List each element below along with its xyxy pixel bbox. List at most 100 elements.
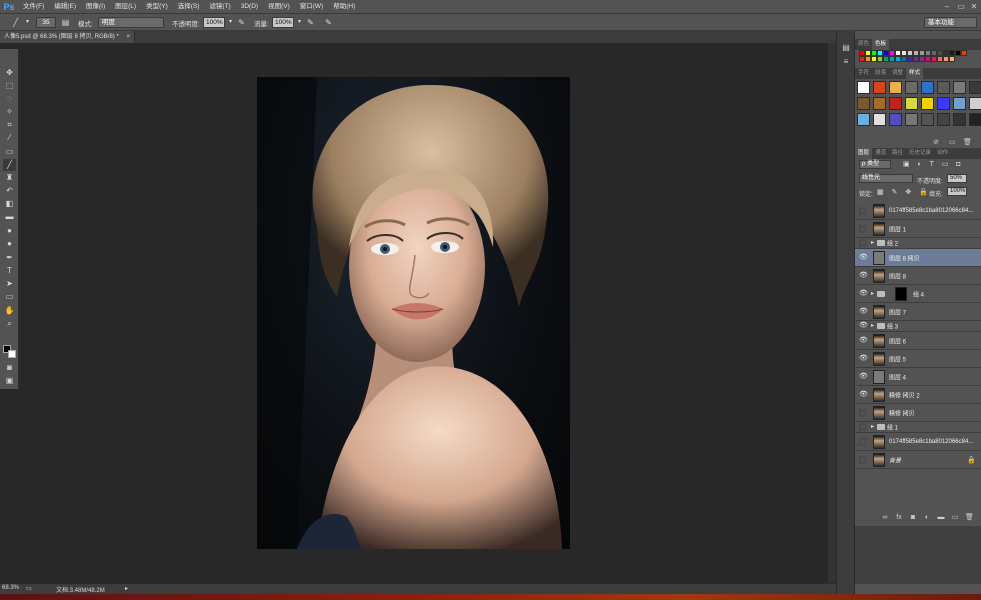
- pressure-opacity-icon[interactable]: ✎: [236, 17, 247, 28]
- style-preset[interactable]: [873, 97, 886, 110]
- document-tab[interactable]: 人像5.psd @ 68.3% (图层 8 拷贝, RGB/8) * ×: [0, 31, 135, 43]
- style-preset[interactable]: [857, 113, 870, 126]
- fill-field[interactable]: 100%: [947, 187, 967, 196]
- menu-filter[interactable]: 滤镜(T): [204, 0, 235, 14]
- layer-row[interactable]: 0174ff585e8c1ba8012066c84...: [855, 202, 981, 220]
- brush-tool-icon[interactable]: ╱: [3, 159, 16, 171]
- visibility-eye-icon[interactable]: 👁: [859, 308, 868, 316]
- delete-style-icon[interactable]: ⊘: [933, 138, 939, 146]
- style-preset[interactable]: [937, 113, 950, 126]
- layer-row[interactable]: 背景 🔒: [855, 451, 981, 469]
- menu-layer[interactable]: 图层(L): [110, 0, 141, 14]
- style-preset[interactable]: [873, 81, 886, 94]
- history-brush-tool-icon[interactable]: ↶: [3, 185, 16, 197]
- layer-style-icon[interactable]: fx: [895, 514, 903, 522]
- menu-help[interactable]: 帮助(H): [328, 0, 360, 14]
- style-preset[interactable]: [937, 97, 950, 110]
- tab-actions[interactable]: 动作: [934, 148, 951, 159]
- expand-caret-icon[interactable]: ▸: [871, 290, 874, 297]
- minimize-icon[interactable]: –: [941, 1, 953, 12]
- blur-tool-icon[interactable]: ●: [3, 225, 16, 237]
- tab-paths[interactable]: 路径: [889, 148, 906, 159]
- lock-icons[interactable]: ▦ ✎ ✥ 🔒: [877, 188, 931, 196]
- status-menu-icon[interactable]: ▸: [125, 585, 128, 592]
- style-preset[interactable]: [889, 81, 902, 94]
- visibility-eye-icon[interactable]: 👁: [859, 391, 868, 399]
- menu-3d[interactable]: 3D(D): [236, 0, 263, 14]
- style-preset[interactable]: [889, 113, 902, 126]
- visibility-eye-icon[interactable]: [859, 239, 866, 247]
- visibility-eye-icon[interactable]: 👁: [859, 290, 868, 298]
- layer-row[interactable]: 👁 图层 8: [855, 267, 981, 285]
- style-preset[interactable]: [921, 81, 934, 94]
- crop-tool-icon[interactable]: ⌗: [3, 119, 16, 131]
- tab-styles[interactable]: 样式: [906, 68, 924, 79]
- visibility-eye-icon[interactable]: 👁: [859, 373, 868, 381]
- tab-channels[interactable]: 通道: [872, 148, 889, 159]
- menu-edit[interactable]: 编辑(E): [49, 0, 81, 14]
- tab-swatches[interactable]: 色板: [872, 39, 890, 50]
- style-preset[interactable]: [905, 81, 918, 94]
- healing-brush-tool-icon[interactable]: ▭: [3, 146, 16, 158]
- brush-panel-icon[interactable]: ▤: [60, 17, 71, 28]
- layer-row[interactable]: 👁 图层 7: [855, 303, 981, 321]
- mode-select[interactable]: 明度: [98, 17, 164, 28]
- zoom-level[interactable]: 68.3%: [2, 585, 19, 591]
- tab-paragraph[interactable]: 段落: [872, 68, 889, 79]
- visibility-eye-icon[interactable]: 👁: [859, 254, 868, 262]
- clone-stamp-tool-icon[interactable]: ♜: [3, 172, 16, 184]
- type-tool-icon[interactable]: T: [3, 265, 16, 277]
- eyedropper-tool-icon[interactable]: ⁄: [3, 132, 16, 144]
- layer-row[interactable]: 👁 图层 5: [855, 350, 981, 368]
- flow-field[interactable]: 100%: [272, 17, 294, 28]
- layer-group-row[interactable]: 👁 ▸ 组 4: [855, 285, 981, 303]
- tab-character[interactable]: 字符: [855, 68, 872, 79]
- style-preset[interactable]: [953, 81, 966, 94]
- layer-group-row[interactable]: ▸ 组 1: [855, 422, 981, 433]
- canvas-scrollbar[interactable]: [828, 43, 836, 583]
- tab-layers[interactable]: 图层: [855, 148, 873, 159]
- swatch-grid[interactable]: [859, 50, 967, 62]
- style-preset[interactable]: [905, 97, 918, 110]
- brush-tool-icon[interactable]: ╱: [10, 17, 21, 28]
- style-preset[interactable]: [969, 113, 981, 126]
- eraser-tool-icon[interactable]: ◧: [3, 198, 16, 210]
- lasso-tool-icon[interactable]: ◌: [3, 93, 16, 105]
- menu-select[interactable]: 选择(S): [173, 0, 205, 14]
- visibility-eye-icon[interactable]: 👁: [859, 355, 868, 363]
- layer-row[interactable]: 👁 图层 8 拷贝: [855, 249, 981, 267]
- close-icon[interactable]: ✕: [968, 1, 980, 12]
- style-preset[interactable]: [953, 97, 966, 110]
- visibility-eye-icon[interactable]: 👁: [859, 272, 868, 280]
- visibility-eye-icon[interactable]: [859, 456, 866, 463]
- tab-color[interactable]: 颜色: [855, 39, 872, 50]
- swatch[interactable]: [949, 56, 955, 62]
- history-panel-icon[interactable]: ▤: [841, 43, 851, 53]
- delete-layer-icon[interactable]: 🗑: [965, 514, 974, 522]
- hand-tool-icon[interactable]: ✋: [3, 305, 16, 317]
- canvas-area[interactable]: [20, 43, 836, 583]
- new-style-icon[interactable]: ▭: [949, 138, 956, 146]
- quick-select-tool-icon[interactable]: ✧: [3, 106, 16, 118]
- trash-icon[interactable]: 🗑: [963, 138, 972, 146]
- visibility-eye-icon[interactable]: [859, 409, 866, 416]
- opacity-field[interactable]: 100%: [203, 17, 225, 28]
- style-preset[interactable]: [969, 81, 981, 94]
- layer-row[interactable]: 👁 图层 4: [855, 368, 981, 386]
- new-group-icon[interactable]: ▬: [937, 514, 945, 522]
- gradient-tool-icon[interactable]: ▬: [3, 211, 16, 223]
- pen-tool-icon[interactable]: ✒: [3, 252, 16, 264]
- pressure-size-icon[interactable]: ✎: [323, 17, 334, 28]
- menu-file[interactable]: 文件(F): [18, 0, 49, 14]
- layer-opacity-field[interactable]: 50%: [947, 174, 967, 183]
- visibility-eye-icon[interactable]: 👁: [859, 337, 868, 345]
- maximize-icon[interactable]: ▭: [955, 1, 967, 12]
- tab-history[interactable]: 历史记录: [906, 148, 934, 159]
- layer-group-row[interactable]: 👁 ▸ 组 3: [855, 321, 981, 332]
- expand-caret-icon[interactable]: ▸: [871, 322, 874, 329]
- shape-tool-icon[interactable]: ▭: [3, 291, 16, 303]
- dodge-tool-icon[interactable]: ●: [3, 238, 16, 250]
- brush-size-picker[interactable]: 35: [36, 17, 56, 28]
- blend-mode-select[interactable]: 线性光: [859, 174, 913, 183]
- status-info-icon[interactable]: ▭: [26, 585, 32, 592]
